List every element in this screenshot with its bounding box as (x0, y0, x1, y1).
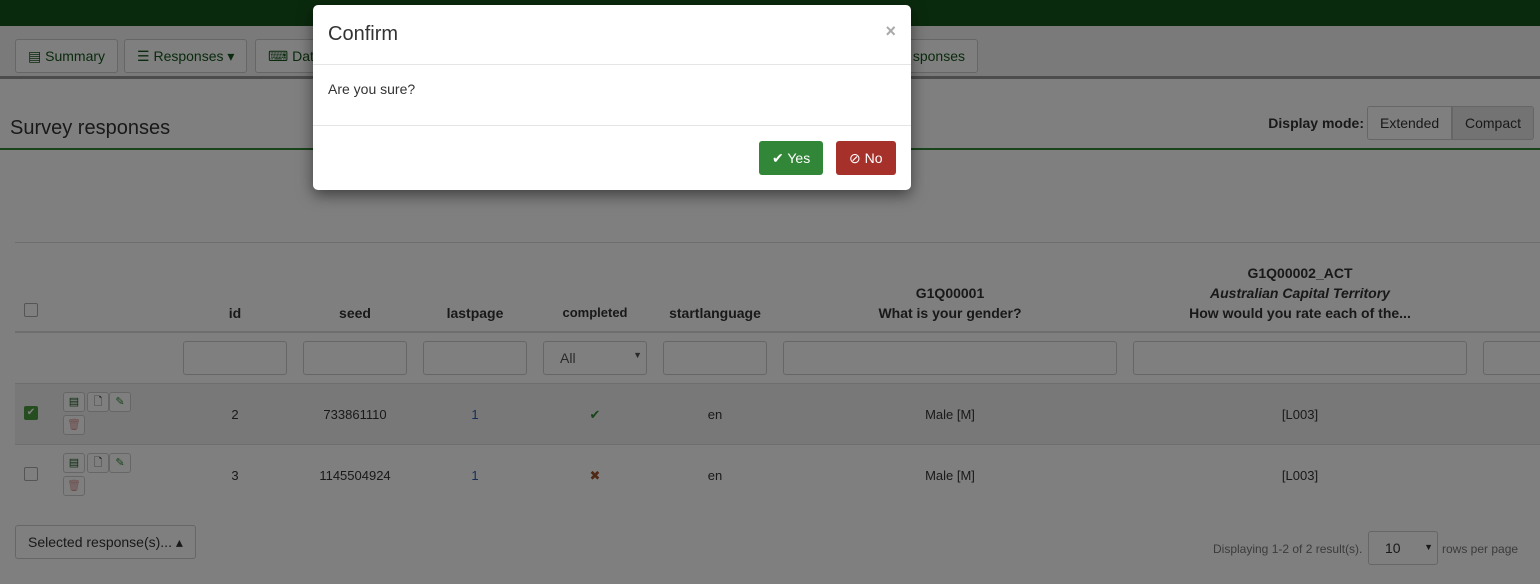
dialog-title: Confirm (328, 23, 399, 45)
yes-button[interactable]: ✔ Yes (759, 141, 824, 175)
check-icon: ✔ (772, 150, 788, 166)
no-button[interactable]: ⊘ No (836, 141, 896, 175)
confirm-dialog: Confirm × Are you sure? ✔ Yes ⊘ No (313, 5, 911, 190)
close-icon[interactable]: × (885, 21, 896, 42)
dialog-body: Are you sure? (313, 65, 911, 126)
ban-icon: ⊘ (849, 150, 865, 166)
